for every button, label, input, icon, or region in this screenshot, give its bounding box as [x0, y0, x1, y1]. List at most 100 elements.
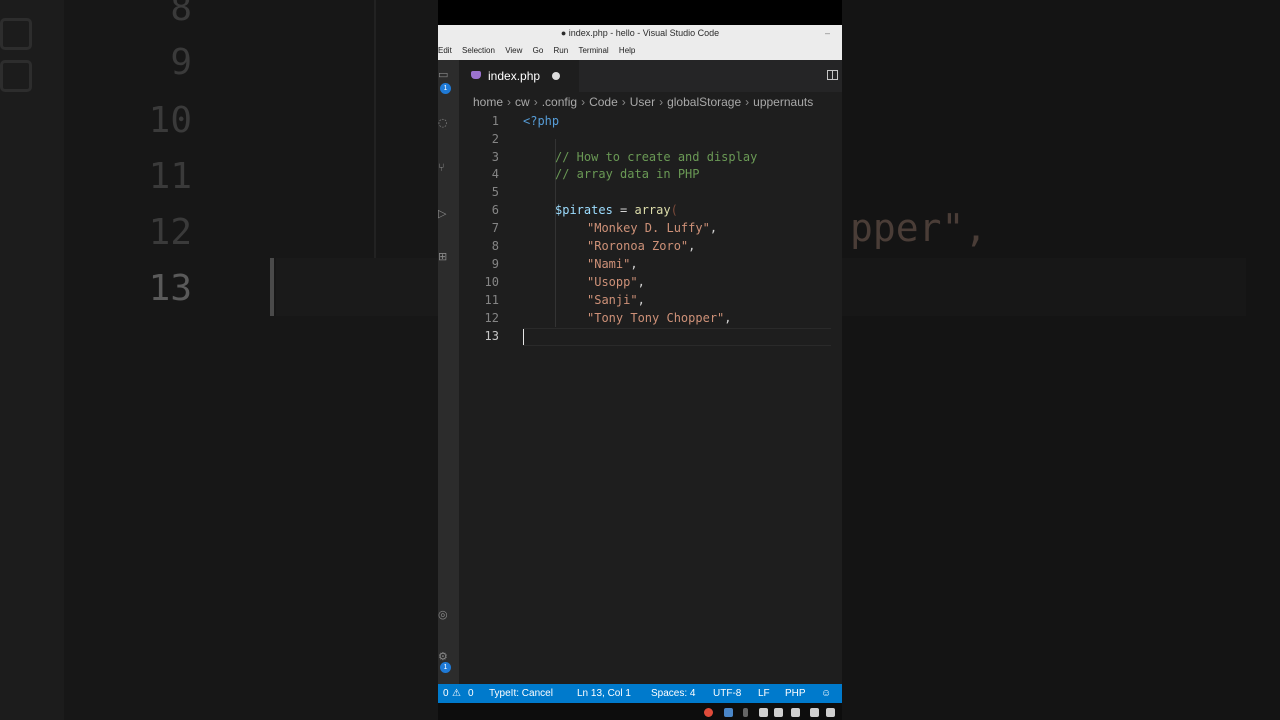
line-number: 9: [491, 257, 499, 271]
minimize-button[interactable]: –: [825, 25, 830, 42]
background-square-icon: [0, 18, 32, 50]
line-number: 7: [491, 221, 499, 235]
menu-edit[interactable]: Edit: [438, 46, 452, 55]
chevron-right-icon: ›: [533, 95, 538, 109]
chevron-right-icon: ›: [507, 95, 512, 109]
code-editor[interactable]: 1 2 3 4 5 6 7 8 9 10 11 12 13 <?php // H…: [459, 111, 842, 716]
line-number: 12: [484, 311, 499, 325]
unsaved-dot-icon[interactable]: [552, 72, 560, 80]
power-icon[interactable]: [826, 708, 835, 717]
line-number: 2: [491, 132, 499, 146]
current-line-highlight: [523, 328, 831, 346]
background-line-number: 11: [148, 156, 192, 197]
php-elephant-icon: [471, 71, 481, 79]
run-debug-icon[interactable]: ▷: [438, 207, 452, 221]
background-square-icon: [0, 60, 32, 92]
background-line-number: 12: [148, 212, 192, 253]
source-control-badge: 1: [440, 83, 451, 94]
line-number: 8: [491, 239, 499, 253]
errors-count[interactable]: 0: [443, 684, 449, 703]
line-number: 11: [484, 293, 499, 307]
string-token: "Nami": [587, 257, 631, 271]
menu-selection[interactable]: Selection: [462, 46, 495, 55]
line-number: 5: [491, 185, 499, 199]
account-icon[interactable]: ◎: [438, 608, 452, 622]
code-line-7: "Monkey D. Luffy",: [587, 221, 717, 235]
status-bar: 0 ⚠ 0 TypeIt: Cancel Ln 13, Col 1 Spaces…: [438, 684, 842, 703]
typeit-status[interactable]: TypeIt: Cancel: [489, 684, 553, 703]
explorer-icon[interactable]: ▭: [438, 68, 452, 82]
code-line-11: "Sanji",: [587, 293, 645, 307]
extensions-icon[interactable]: ⊞: [438, 250, 452, 264]
tray-icon[interactable]: [774, 708, 783, 717]
background-current-line: [842, 258, 1246, 316]
code-line-6: $pirates = array(: [555, 203, 678, 217]
code-line-12: "Tony Tony Chopper",: [587, 311, 732, 325]
encoding-status[interactable]: UTF-8: [713, 684, 741, 703]
line-number: 1: [491, 114, 499, 128]
source-control-icon[interactable]: ⑂: [438, 161, 452, 175]
menu-help[interactable]: Help: [619, 46, 635, 55]
chrome-icon[interactable]: [704, 708, 713, 717]
feedback-icon[interactable]: ☺: [821, 684, 831, 703]
video-top-bar: [438, 0, 842, 25]
line-number: 3: [491, 150, 499, 164]
breadcrumb-item[interactable]: Code: [589, 95, 618, 109]
vscode-window: ● index.php - hello - Visual Studio Code…: [438, 25, 842, 720]
code-line-10: "Usopp",: [587, 275, 645, 289]
menu-terminal[interactable]: Terminal: [578, 46, 608, 55]
menu-run[interactable]: Run: [554, 46, 569, 55]
tray-icon[interactable]: [759, 708, 768, 717]
menu-bar: Edit Selection View Go Run Terminal Help: [438, 42, 842, 60]
line-number: 6: [491, 203, 499, 217]
tab-index-php[interactable]: index.php: [459, 60, 579, 92]
breadcrumb-item[interactable]: home: [473, 95, 503, 109]
string-token: "Monkey D. Luffy": [587, 221, 710, 235]
warnings-count[interactable]: 0: [468, 684, 474, 703]
breadcrumb-item[interactable]: User: [630, 95, 655, 109]
menu-go[interactable]: Go: [533, 46, 544, 55]
background-current-line: [276, 258, 438, 316]
line-number-current: 13: [484, 329, 499, 343]
text-caret: [523, 329, 524, 345]
settings-badge: 1: [440, 662, 451, 673]
breadcrumb-item[interactable]: cw: [515, 95, 530, 109]
operator-token: =: [612, 203, 635, 217]
system-taskbar: [438, 703, 842, 720]
comma-token: ,: [637, 275, 645, 289]
app-icon[interactable]: [724, 708, 733, 717]
search-icon[interactable]: ◌: [438, 116, 452, 130]
background-line-number: 8: [170, 0, 192, 29]
volume-icon[interactable]: [810, 708, 819, 717]
background-code-fragment: pper",: [850, 206, 988, 250]
chevron-right-icon: ›: [621, 95, 626, 109]
window-title: ● index.php - hello - Visual Studio Code: [560, 28, 720, 38]
language-mode[interactable]: PHP: [785, 684, 806, 703]
indentation-status[interactable]: Spaces: 4: [651, 684, 695, 703]
string-token: "Tony Tony Chopper": [587, 311, 725, 325]
split-editor-icon[interactable]: [827, 70, 838, 80]
background-line-number: 10: [148, 100, 192, 141]
breadcrumb-item[interactable]: uppernauts: [753, 95, 813, 109]
eol-status[interactable]: LF: [758, 684, 770, 703]
title-bar: ● index.php - hello - Visual Studio Code…: [438, 25, 842, 42]
breadcrumb-item[interactable]: .config: [542, 95, 577, 109]
comma-token: ,: [630, 257, 638, 271]
tray-icon[interactable]: [743, 708, 748, 717]
code-line-3: // How to create and display: [555, 150, 758, 164]
code-line-8: "Roronoa Zoro",: [587, 239, 695, 253]
breadcrumb-item[interactable]: globalStorage: [667, 95, 741, 109]
menu-view[interactable]: View: [505, 46, 522, 55]
comma-token: ,: [637, 293, 645, 307]
network-icon[interactable]: [791, 708, 800, 717]
comma-token: ,: [688, 239, 696, 253]
background-activity-strip: [0, 0, 64, 720]
string-token: "Usopp": [587, 275, 638, 289]
paren-token: (: [670, 203, 678, 217]
cursor-position[interactable]: Ln 13, Col 1: [577, 684, 631, 703]
comma-token: ,: [709, 221, 718, 235]
breadcrumb: home › cw › .config › Code › User › globalStorage ›…: [473, 93, 813, 111]
background-divider: [374, 0, 376, 260]
string-token: "Roronoa Zoro": [587, 239, 689, 253]
code-line-1: <?php: [523, 114, 560, 128]
